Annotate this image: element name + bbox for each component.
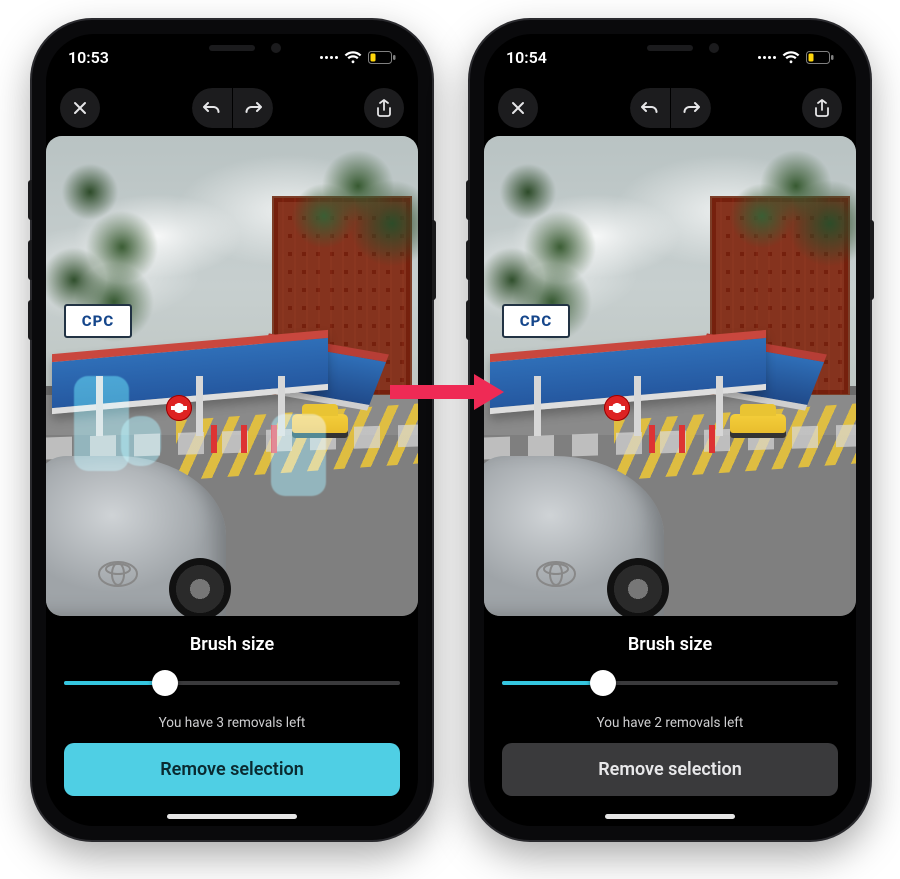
scene-foliage-right [273,136,418,276]
cellular-icon [320,56,338,59]
selection-mask[interactable] [271,414,326,496]
scene-noentry-sign [166,395,192,421]
scene-pillar [534,376,541,436]
screen: 10:53 [46,34,418,826]
redo-button[interactable] [232,88,273,128]
brush-size-label: Brush size [190,634,274,655]
close-button[interactable] [498,88,538,128]
phone-before: 10:53 [32,20,432,840]
status-time: 10:53 [68,48,109,67]
status-time: 10:54 [506,48,547,67]
toyota-logo-icon [536,560,576,588]
phone-after: 10:54 [470,20,870,840]
scene-noentry-sign [604,395,630,421]
undo-icon [203,101,221,115]
undo-icon [641,101,659,115]
scene-bollard [211,425,217,453]
close-icon [510,100,526,116]
scene-pillar [716,376,723,436]
scene-foliage-right [711,136,856,276]
slider-fill [502,681,603,685]
scene-bollard [709,425,715,453]
remove-selection-button[interactable]: Remove selection [64,743,400,796]
status-right [320,51,396,64]
scene-pillar [634,376,641,436]
scene-cpc-sign: CPC [64,304,132,338]
undo-button[interactable] [630,88,670,128]
photo-canvas[interactable]: CPC [484,136,856,616]
share-button[interactable] [802,88,842,128]
undo-redo-group [630,88,711,128]
remove-selection-button[interactable]: Remove selection [502,743,838,796]
notch [585,34,755,62]
slider-thumb[interactable] [152,670,178,696]
screen: 10:54 [484,34,856,826]
comparison-stage: 10:53 [0,0,900,879]
toyota-logo-icon [98,560,138,588]
wifi-icon [782,51,800,64]
share-icon [814,99,830,117]
status-right [758,51,834,64]
selection-mask[interactable] [121,416,161,466]
cellular-icon [758,56,776,59]
editor-toolbar [484,80,856,136]
slider-fill [64,681,165,685]
undo-redo-group [192,88,273,128]
brush-size-label: Brush size [628,634,712,655]
controls-panel: Brush size You have 3 removals left Remo… [46,616,418,826]
scene-bollard [679,425,685,453]
scene-pillar [196,376,203,436]
redo-button[interactable] [670,88,711,128]
slider-thumb[interactable] [590,670,616,696]
removals-left-text: You have 3 removals left [159,715,306,731]
home-indicator[interactable] [605,814,735,819]
scene-bollard [649,425,655,453]
editor-toolbar [46,80,418,136]
transition-arrow-icon [390,375,510,409]
brush-size-slider[interactable] [502,669,838,697]
scene-taxi [730,414,786,438]
photo-canvas[interactable]: CPC [46,136,418,616]
removals-left-text: You have 2 removals left [597,715,744,731]
home-indicator[interactable] [167,814,297,819]
undo-button[interactable] [192,88,232,128]
redo-icon [244,101,262,115]
redo-icon [682,101,700,115]
brush-size-slider[interactable] [64,669,400,697]
share-icon [376,99,392,117]
battery-low-icon [368,51,396,64]
wifi-icon [344,51,362,64]
scene-cpc-sign: CPC [502,304,570,338]
controls-panel: Brush size You have 2 removals left Remo… [484,616,856,826]
selection-mask[interactable] [74,376,129,471]
battery-low-icon [806,51,834,64]
notch [147,34,317,62]
close-icon [72,100,88,116]
scene-bollard [241,425,247,453]
close-button[interactable] [60,88,100,128]
share-button[interactable] [364,88,404,128]
